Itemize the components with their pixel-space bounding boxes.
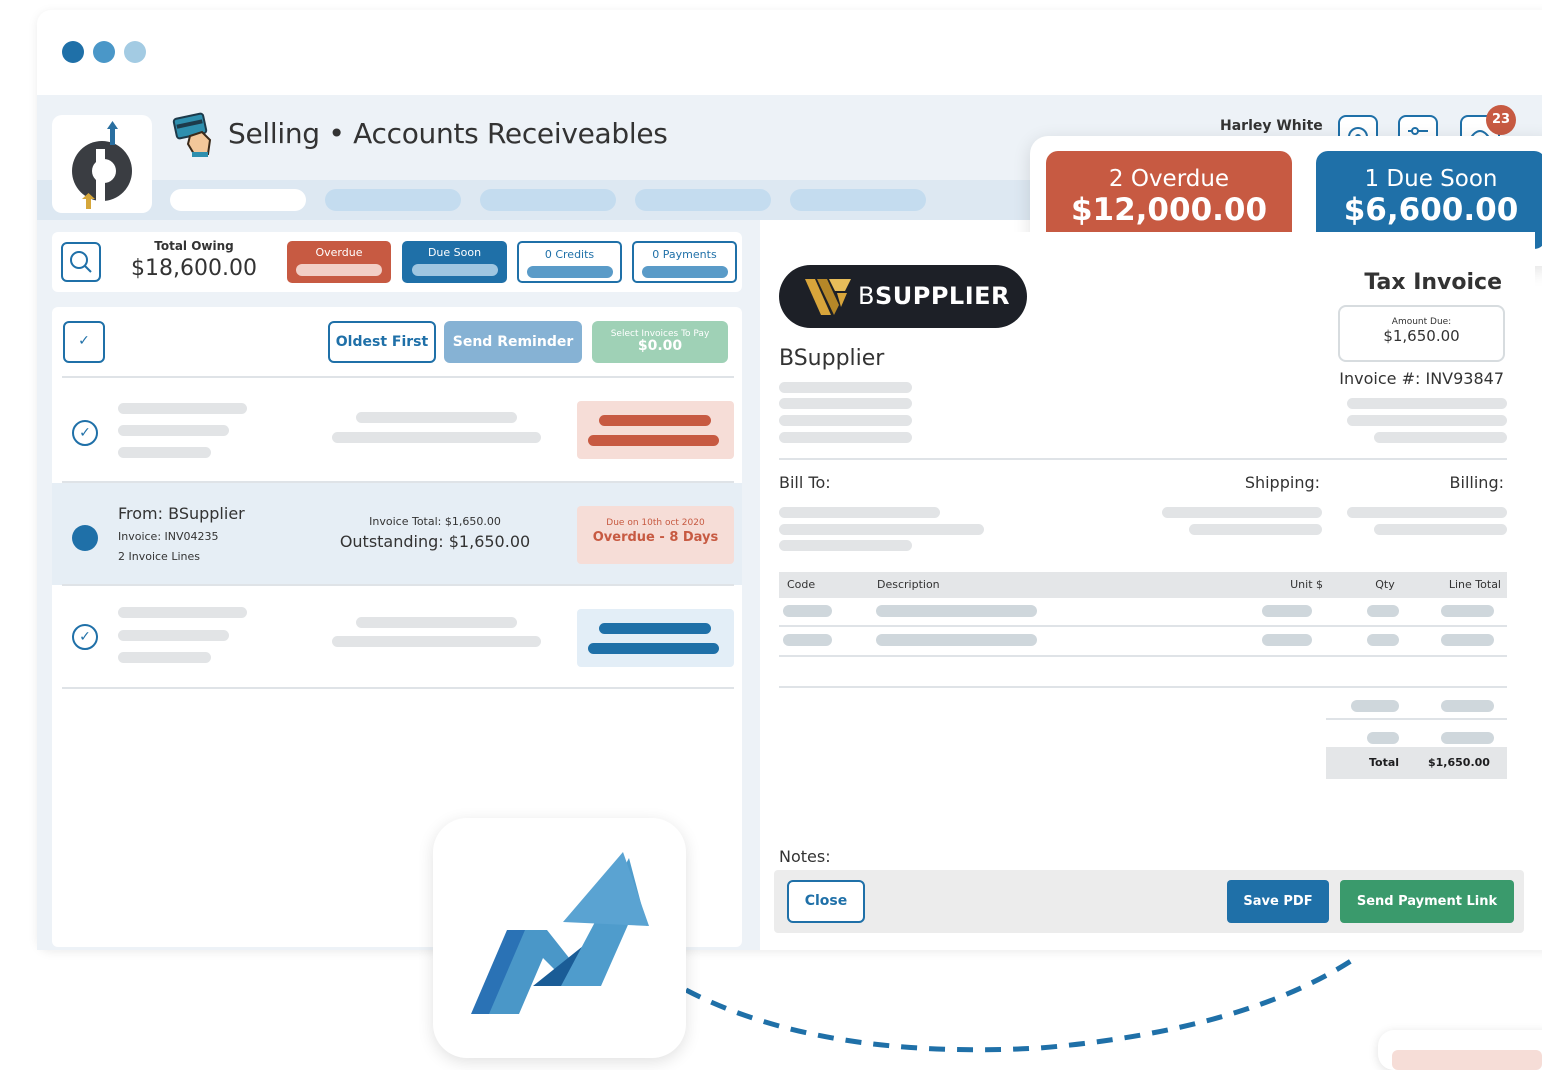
- growth-arrow-icon: [471, 852, 649, 1014]
- dashed-connector: [684, 952, 1362, 1053]
- corner-card-status: [1392, 1050, 1542, 1070]
- corner-card: [1378, 1030, 1542, 1070]
- growth-app-tile: [433, 818, 686, 1058]
